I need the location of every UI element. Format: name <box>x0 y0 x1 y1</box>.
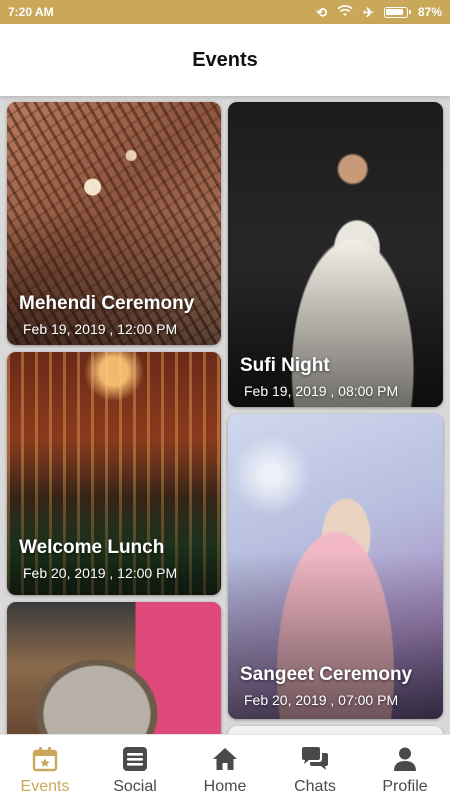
event-date: Feb 19, 2019 , 08:00 PM <box>244 383 399 399</box>
event-card-sufi-night[interactable]: Sufi Night Feb 19, 2019 , 08:00 PM <box>228 102 443 407</box>
list-icon <box>120 744 150 774</box>
nav-social[interactable]: Social <box>90 735 180 800</box>
nav-chats[interactable]: Chats <box>270 735 360 800</box>
event-title: Mehendi Ceremony <box>19 293 195 314</box>
event-date: Feb 20, 2019 , 12:00 PM <box>23 565 178 581</box>
chat-icon <box>300 744 330 774</box>
event-image <box>228 726 443 734</box>
nav-events[interactable]: Events <box>0 735 90 800</box>
calendar-star-icon <box>30 744 60 774</box>
event-title: Sangeet Ceremony <box>240 664 413 685</box>
person-icon <box>390 744 420 774</box>
app-header: Events <box>0 24 450 96</box>
home-icon <box>210 744 240 774</box>
event-title: Welcome Lunch <box>19 537 165 558</box>
event-date: Feb 19, 2019 , 12:00 PM <box>23 321 178 337</box>
battery-icon <box>383 6 411 18</box>
status-icons: ⟲ ✈ 87% <box>316 4 442 20</box>
nav-label: Home <box>203 778 247 795</box>
wifi-icon <box>337 4 353 20</box>
event-title: Sufi Night <box>240 355 330 376</box>
status-bar: 7:20 AM ⟲ ✈ 87% <box>0 0 450 24</box>
events-grid[interactable]: Mehendi Ceremony Feb 19, 2019 , 12:00 PM… <box>0 96 450 734</box>
event-card-partial[interactable] <box>7 602 221 734</box>
event-card-welcome-lunch[interactable]: Welcome Lunch Feb 20, 2019 , 12:00 PM <box>7 352 221 595</box>
nav-label: Social <box>113 778 157 795</box>
nav-label: Profile <box>382 778 428 795</box>
event-card-sangeet[interactable]: Sangeet Ceremony Feb 20, 2019 , 07:00 PM <box>228 414 443 719</box>
nav-label: Chats <box>294 778 336 795</box>
page-title: Events <box>192 48 258 71</box>
event-image <box>7 602 221 734</box>
nav-label: Events <box>20 778 70 795</box>
sync-off-icon: ⟲ <box>316 4 328 20</box>
event-card-mehendi[interactable]: Mehendi Ceremony Feb 19, 2019 , 12:00 PM <box>7 102 221 345</box>
battery-percent: 87% <box>417 5 442 19</box>
event-card-partial[interactable] <box>228 726 443 734</box>
bottom-nav: Events Social Home Chats Profile <box>0 734 450 800</box>
nav-profile[interactable]: Profile <box>360 735 450 800</box>
nav-home[interactable]: Home <box>180 735 270 800</box>
event-date: Feb 20, 2019 , 07:00 PM <box>244 692 399 708</box>
status-time: 7:20 AM <box>8 5 54 19</box>
airplane-icon: ✈ <box>363 4 374 20</box>
